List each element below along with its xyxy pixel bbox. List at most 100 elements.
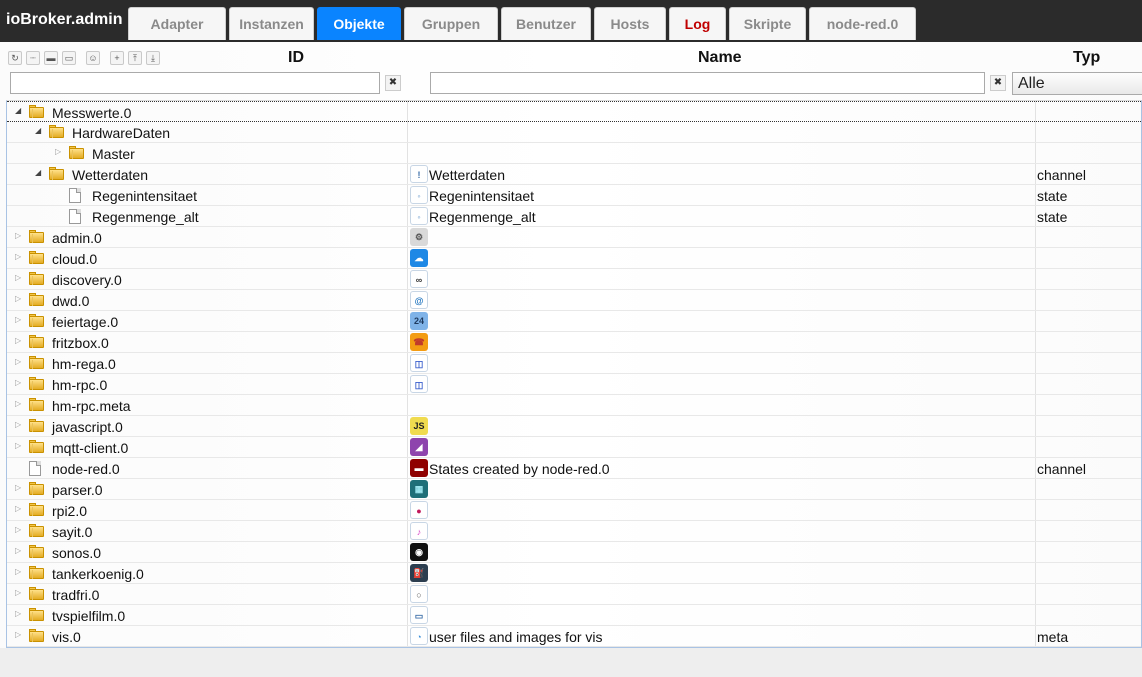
expand-arrow-icon[interactable]: ▷	[15, 336, 23, 345]
expand-arrow-icon[interactable]: ▷	[15, 315, 23, 324]
tree-row[interactable]: ◢ HardwareDaten	[7, 122, 1141, 143]
tree-row[interactable]: ▷ vis.0 ◔ user files and images for vis meta	[7, 626, 1141, 647]
tree-row[interactable]: ▷ tvspielfilm.0 ▭	[7, 605, 1141, 626]
expand-arrow-icon[interactable]: ▷	[15, 630, 23, 639]
tree-item-id: Regenmenge_alt	[92, 209, 199, 225]
tree-row[interactable]: ▷ hm-rpc.meta	[7, 395, 1141, 416]
expand-arrow-icon[interactable]: ▷	[15, 399, 23, 408]
expand-arrow-icon[interactable]: ▷	[15, 273, 23, 282]
tree-row[interactable]: Regenmenge_alt ◦ Regenmenge_alt state	[7, 206, 1141, 227]
footer-area	[0, 648, 1142, 677]
folder-icon	[29, 566, 44, 579]
column-header-id[interactable]: ID	[288, 49, 304, 67]
tree-row[interactable]: ◢ Wetterdaten! Wetterdaten channel	[7, 164, 1141, 185]
name-filter-input[interactable]	[430, 72, 985, 94]
tree-row[interactable]: ▷ javascript.0 JS	[7, 416, 1141, 437]
tab-benutzer[interactable]: Benutzer	[501, 7, 591, 40]
refresh-icon[interactable]: ↻	[8, 51, 22, 65]
tree-row[interactable]: ▷ tankerkoenig.0 ⛽	[7, 563, 1141, 584]
fuel-pump-icon: ⛽	[410, 564, 428, 582]
javascript-icon: JS	[410, 417, 428, 435]
id-filter-input[interactable]	[10, 72, 380, 94]
state-icon: ◦	[410, 186, 428, 204]
tree-row[interactable]: ◢ Messwerte.0	[7, 101, 1141, 122]
tree-row[interactable]: ▷ hm-rega.0 ◫	[7, 353, 1141, 374]
tab-adapter[interactable]: Adapter	[128, 7, 226, 40]
raspberry-icon: ●	[410, 501, 428, 519]
tree-item-id: admin.0	[52, 230, 102, 246]
expand-arrow-icon[interactable]: ▷	[15, 441, 23, 450]
expand-arrow-icon[interactable]: ▷	[15, 420, 23, 429]
tab-gruppen[interactable]: Gruppen	[404, 7, 498, 40]
expand-arrow-icon[interactable]: ▷	[15, 525, 23, 534]
tree-item-name: Regenmenge_alt	[429, 209, 536, 225]
collapse-arrow-icon[interactable]: ◢	[35, 168, 43, 177]
expand-arrow-icon[interactable]: ▷	[15, 588, 23, 597]
tree-row[interactable]: ▷ discovery.0 ∞	[7, 269, 1141, 290]
expand-arrow-icon[interactable]: ▷	[15, 252, 23, 261]
tree-row[interactable]: ▷ mqtt-client.0 ◢	[7, 437, 1141, 458]
tree-item-id: Wetterdaten	[72, 167, 149, 183]
objects-panel: ↻ ┈ ▬ ▭ ☺ + ⤒ ⤓ ID Name Typ ✖ ✖ Alle ◢ Messwerte…	[0, 42, 1142, 648]
tab-node-red-0[interactable]: node-red.0	[809, 7, 916, 40]
tree-item-id: feiertage.0	[52, 314, 119, 330]
tree-row[interactable]: ▷ parser.0 ▦	[7, 479, 1141, 500]
clear-name-filter-button[interactable]: ✖	[990, 75, 1006, 91]
column-header-type[interactable]: Typ	[1073, 49, 1100, 67]
sonos-icon: ◉	[410, 543, 428, 561]
tree-row[interactable]: ▷ fritzbox.0 ☎	[7, 332, 1141, 353]
folder-closed-icon[interactable]: ▬	[44, 51, 58, 65]
folder-icon	[49, 167, 64, 180]
tree-row[interactable]: ▷ feiertage.0 24	[7, 311, 1141, 332]
tree-item-id: Regenintensitaet	[92, 188, 198, 204]
tree-row[interactable]: ▷ hm-rpc.0 ◫	[7, 374, 1141, 395]
tree-row[interactable]: ▷ dwd.0 @	[7, 290, 1141, 311]
tree-row[interactable]: ▷ rpi2.0 ●	[7, 500, 1141, 521]
tree-row[interactable]: ▷ sonos.0 ◉	[7, 542, 1141, 563]
tree-row[interactable]: ▷ sayit.0 ♪	[7, 521, 1141, 542]
expand-arrow-icon[interactable]: ▷	[15, 546, 23, 555]
state-icon: ◦	[410, 207, 428, 225]
tree-row[interactable]: ▷ cloud.0 ☁	[7, 248, 1141, 269]
tab-objekte[interactable]: Objekte	[317, 7, 401, 40]
list-view-icon[interactable]: ┈	[26, 51, 40, 65]
expand-arrow-icon[interactable]: ▷	[15, 231, 23, 240]
tree-row[interactable]: ▷ Master	[7, 143, 1141, 164]
tree-item-id: tankerkoenig.0	[52, 566, 144, 582]
expand-arrow-icon[interactable]: ▷	[55, 147, 63, 156]
tree-row[interactable]: ▷ admin.0 ⚙	[7, 227, 1141, 248]
folder-icon	[29, 629, 44, 642]
tab-instanzen[interactable]: Instanzen	[229, 7, 314, 40]
tree-row[interactable]: Regenintensitaet ◦ Regenintensitaet state	[7, 185, 1141, 206]
tree-row[interactable]: ▷ tradfri.0 ○	[7, 584, 1141, 605]
expand-arrow-icon[interactable]: ▷	[15, 294, 23, 303]
tree-item-id: hm-rega.0	[52, 356, 116, 372]
folder-open-icon[interactable]: ▭	[62, 51, 76, 65]
tab-log[interactable]: Log	[669, 7, 726, 40]
tab-skripte[interactable]: Skripte	[729, 7, 806, 40]
download-icon[interactable]: ⤓	[146, 51, 160, 65]
expand-arrow-icon[interactable]: ▷	[15, 609, 23, 618]
collapse-arrow-icon[interactable]: ◢	[35, 126, 43, 135]
tree-item-id: discovery.0	[52, 272, 122, 288]
upload-icon[interactable]: ⤒	[128, 51, 142, 65]
tree-item-id: tvspielfilm.0	[52, 608, 126, 624]
type-filter-select[interactable]: Alle	[1012, 72, 1142, 95]
add-icon[interactable]: +	[110, 51, 124, 65]
expand-arrow-icon[interactable]: ▷	[15, 357, 23, 366]
collapse-arrow-icon[interactable]: ◢	[15, 106, 23, 115]
expand-arrow-icon[interactable]: ▷	[15, 567, 23, 576]
expand-arrow-icon[interactable]: ▷	[15, 378, 23, 387]
expand-arrow-icon[interactable]: ▷	[15, 483, 23, 492]
tab-hosts[interactable]: Hosts	[594, 7, 666, 40]
tree-item-id: node-red.0	[52, 461, 120, 477]
folder-icon	[29, 230, 44, 243]
tree-item-id: sayit.0	[52, 524, 93, 540]
file-icon	[69, 188, 81, 203]
clear-id-filter-button[interactable]: ✖	[385, 75, 401, 91]
expand-arrow-icon[interactable]: ▷	[15, 504, 23, 513]
column-header-name[interactable]: Name	[698, 49, 742, 67]
user-icon[interactable]: ☺	[86, 51, 100, 65]
tree-row[interactable]: node-red.0 ▬ States created by node-red.0 c…	[7, 458, 1141, 479]
mqtt-client-icon: ◢	[410, 438, 428, 456]
